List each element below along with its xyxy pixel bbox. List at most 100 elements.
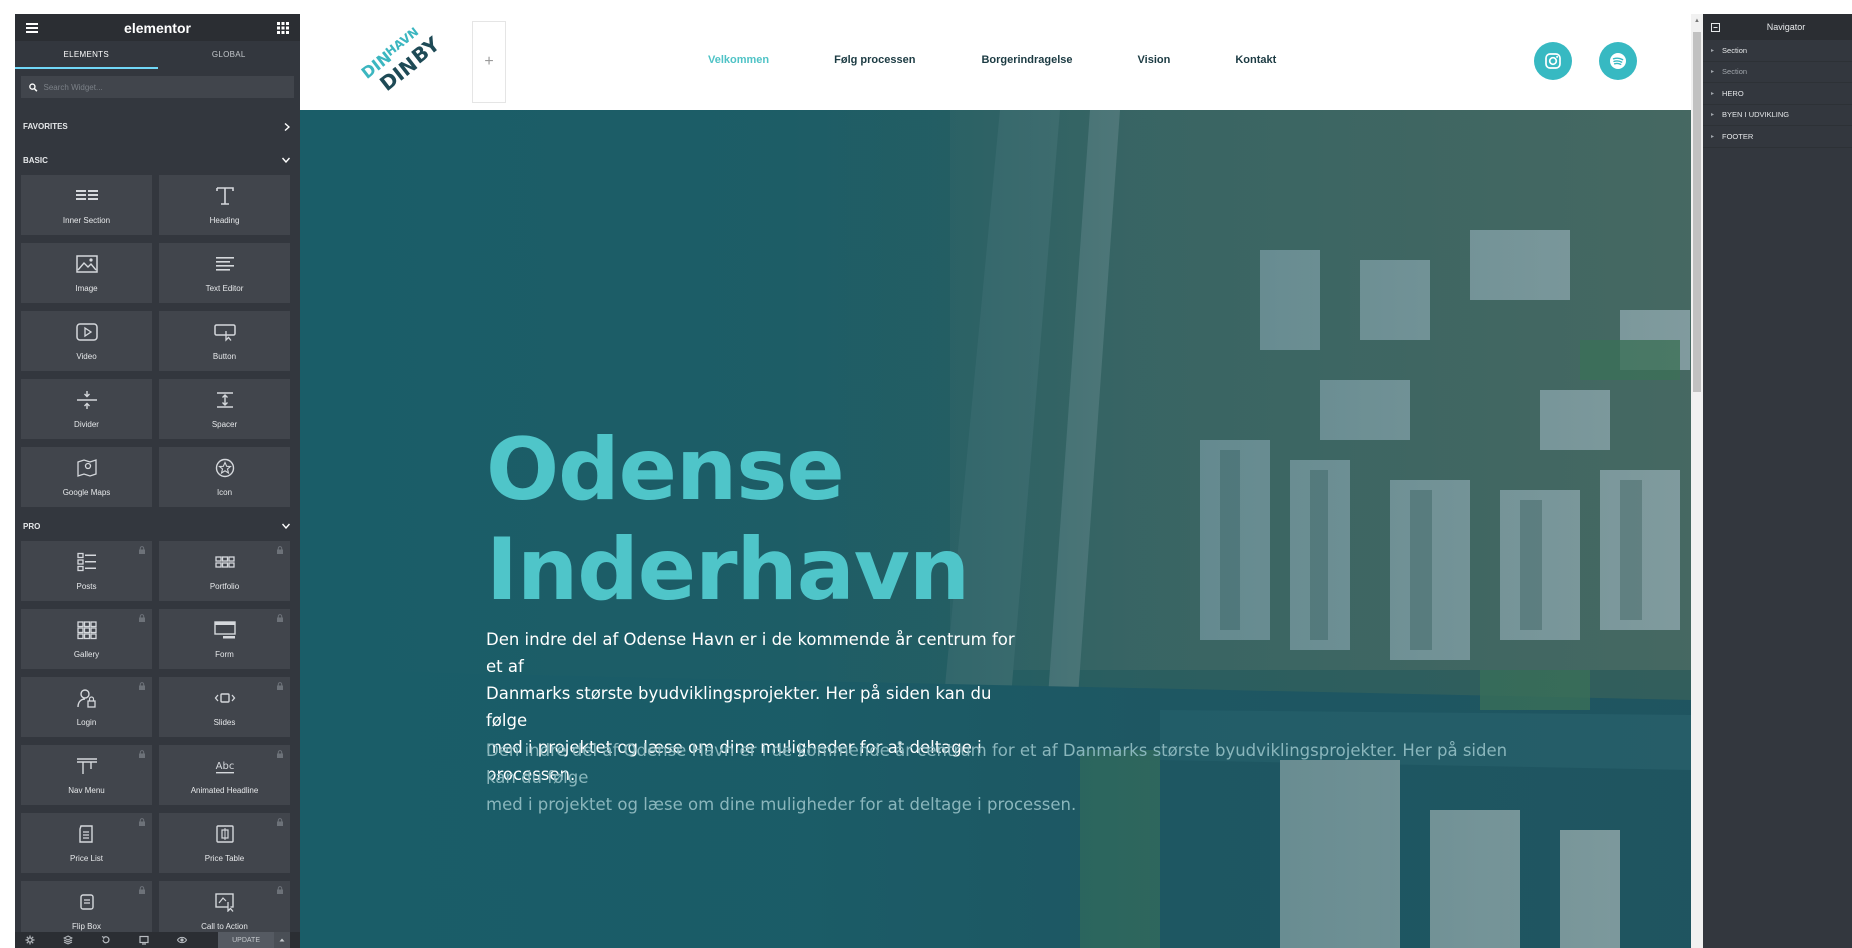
widget-label: Icon <box>216 487 233 497</box>
navigator-item-label: Section <box>1722 67 1748 77</box>
lock-icon <box>277 750 283 758</box>
widget-slides[interactable]: Slides <box>159 677 290 737</box>
video-icon <box>75 322 98 341</box>
heading-icon <box>215 186 234 205</box>
lock-icon <box>139 818 145 826</box>
flip-box-icon <box>79 893 94 910</box>
widget-label: Google Maps <box>62 487 111 497</box>
add-element-button[interactable]: + <box>472 21 506 103</box>
scrollbar-thumb[interactable] <box>1693 32 1701 392</box>
site-header: DIN HAVN DIN BY + Velkommen Følg process… <box>300 14 1691 110</box>
settings-gear-icon[interactable] <box>25 935 35 945</box>
widget-text-editor[interactable]: Text Editor <box>159 243 290 303</box>
widget-form[interactable]: Form <box>159 609 290 669</box>
widget-price-list[interactable]: Price List <box>21 813 152 873</box>
nav-item-folg-processen[interactable]: Følg processen <box>834 54 915 66</box>
widget-label: Call to Action <box>201 921 248 931</box>
map-icon <box>76 458 97 477</box>
widget-price-table[interactable]: Price Table <box>159 813 290 873</box>
spotify-button[interactable] <box>1599 42 1637 80</box>
din-havn-din-by-logo[interactable]: DIN HAVN DIN BY <box>348 24 458 102</box>
tab-global[interactable]: GLOBAL <box>158 41 301 69</box>
hero-title-line-1: Odense <box>486 420 845 520</box>
navigator-item[interactable]: ▸ Section <box>1703 40 1852 62</box>
widget-google-maps[interactable]: Google Maps <box>21 447 152 507</box>
widget-label: Image <box>75 283 98 293</box>
preview-eye-icon[interactable] <box>177 935 187 945</box>
preview-canvas: DIN HAVN DIN BY + Velkommen Følg process… <box>300 14 1691 948</box>
star-icon <box>215 458 234 477</box>
elementor-panel: elementor ELEMENTS GLOBAL FAVORITES BASI… <box>15 14 300 948</box>
widget-nav-menu[interactable]: Nav Menu <box>21 745 152 805</box>
search-widget-input[interactable] <box>43 82 286 92</box>
widget-label: Animated Headline <box>190 785 259 795</box>
text-editor-icon <box>215 256 234 271</box>
caret-right-icon: ▸ <box>1711 47 1715 54</box>
gallery-icon <box>76 620 97 639</box>
widget-button[interactable]: Button <box>159 311 290 371</box>
hamburger-menu-icon[interactable] <box>25 22 39 34</box>
widget-label: Portfolio <box>209 581 240 591</box>
nav-item-borgerindragelse[interactable]: Borgerindragelse <box>981 54 1072 66</box>
widget-gallery[interactable]: Gallery <box>21 609 152 669</box>
category-label: FAVORITES <box>23 122 68 131</box>
caret-right-icon: ▸ <box>1711 112 1715 119</box>
basic-widgets-grid: Inner Section Heading Image Text Editor … <box>15 175 300 507</box>
portfolio-icon <box>214 555 235 568</box>
widget-inner-section[interactable]: Inner Section <box>21 175 152 235</box>
lock-icon <box>139 546 145 554</box>
update-options-caret[interactable] <box>274 932 290 948</box>
widget-video[interactable]: Video <box>21 311 152 371</box>
pro-widgets-grid: Posts Portfolio Gallery Form Login Slide… <box>15 541 300 941</box>
navigator-item[interactable]: ▸ FOOTER <box>1703 126 1852 148</box>
widget-label: Form <box>215 649 234 659</box>
navigator-item[interactable]: ▸ BYEN I UDVIKLING <box>1703 105 1852 126</box>
tab-elements[interactable]: ELEMENTS <box>15 41 158 69</box>
preview-scrollbar[interactable]: ▲ <box>1691 14 1703 948</box>
history-icon[interactable] <box>101 935 111 945</box>
widget-label: Inner Section <box>62 215 111 225</box>
navigator-header: Navigator <box>1703 14 1852 40</box>
layers-icon[interactable] <box>63 935 73 945</box>
update-button[interactable]: UPDATE <box>218 932 274 948</box>
inner-section-icon <box>75 189 98 200</box>
lock-icon <box>139 886 145 894</box>
widget-animated-headline[interactable]: Abc Animated Headline <box>159 745 290 805</box>
widget-posts[interactable]: Posts <box>21 541 152 601</box>
category-pro[interactable]: PRO <box>15 511 300 541</box>
animated-headline-icon: Abc <box>215 761 234 773</box>
navigator-item[interactable]: ▸ Section <box>1703 62 1852 83</box>
elementor-brand: elementor <box>124 19 191 36</box>
widget-divider[interactable]: Divider <box>21 379 152 439</box>
responsive-mode-icon[interactable] <box>139 935 149 945</box>
grid-apps-icon[interactable] <box>276 21 290 34</box>
collapse-all-icon[interactable] <box>1711 22 1720 32</box>
hero-section: Odense Inderhavn Den indre del af Odense… <box>300 110 1691 948</box>
instagram-button[interactable] <box>1534 42 1572 80</box>
widget-login[interactable]: Login <box>21 677 152 737</box>
nav-item-velkommen[interactable]: Velkommen <box>708 54 769 66</box>
navigator-item-label: HERO <box>1722 88 1744 98</box>
widget-spacer[interactable]: Spacer <box>159 379 290 439</box>
widget-portfolio[interactable]: Portfolio <box>159 541 290 601</box>
nav-item-vision[interactable]: Vision <box>1138 54 1171 66</box>
widget-icon[interactable]: Icon <box>159 447 290 507</box>
widget-label: Spacer <box>211 419 238 429</box>
scroll-up-icon[interactable]: ▲ <box>1694 18 1700 24</box>
widget-label: Gallery <box>73 649 100 659</box>
update-control: UPDATE <box>218 932 290 948</box>
posts-icon <box>76 552 96 571</box>
nav-menu-icon <box>76 757 97 774</box>
caret-up-icon <box>279 938 285 942</box>
widget-heading[interactable]: Heading <box>159 175 290 235</box>
instagram-icon <box>1545 53 1561 69</box>
category-favorites[interactable]: FAVORITES <box>15 108 300 145</box>
caret-right-icon: ▸ <box>1711 133 1715 140</box>
nav-item-kontakt[interactable]: Kontakt <box>1235 54 1276 66</box>
panel-tabs: ELEMENTS GLOBAL <box>15 41 300 69</box>
hero-title: Odense Inderhavn <box>486 420 970 620</box>
navigator-item[interactable]: ▸ HERO <box>1703 83 1852 105</box>
lock-icon <box>139 750 145 758</box>
category-basic[interactable]: BASIC <box>15 145 300 175</box>
widget-image[interactable]: Image <box>21 243 152 303</box>
